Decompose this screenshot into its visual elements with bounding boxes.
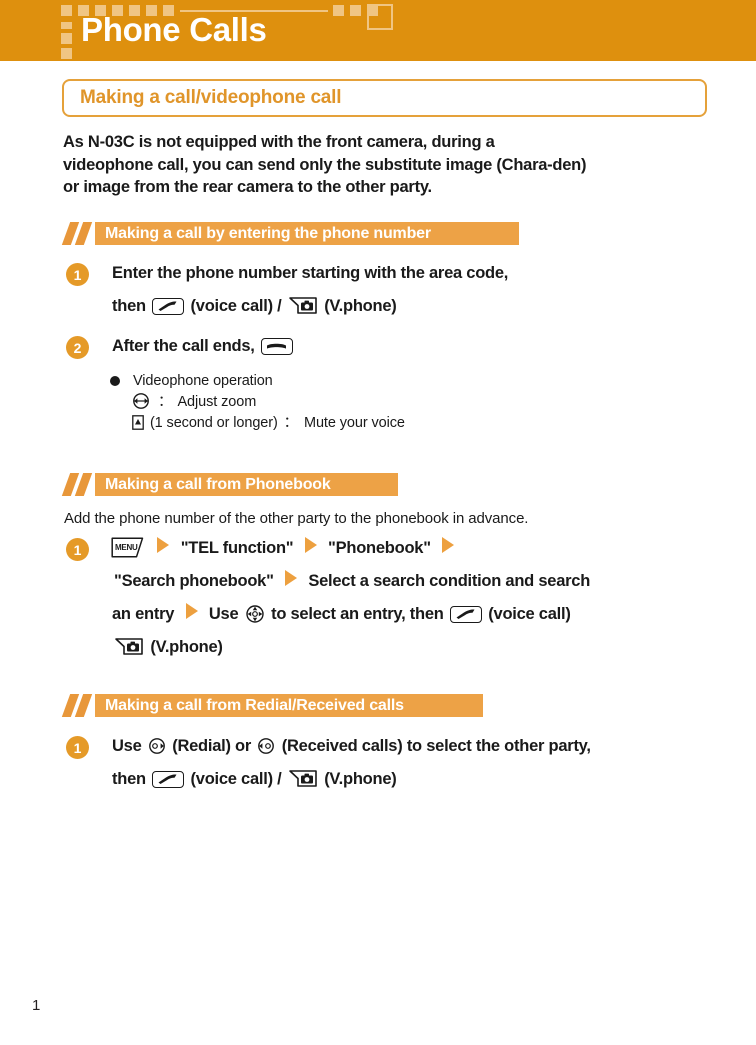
note-item: ： Adjust zoom	[130, 392, 256, 413]
heading-band: Making a call from Phonebook	[95, 473, 398, 496]
note-title: Videophone operation	[133, 373, 273, 389]
header-decoration-square	[61, 5, 72, 16]
step-text-segment: (voice call)	[488, 605, 571, 623]
step-text-segment: (V.phone)	[324, 770, 397, 788]
step-text-segment: Use	[112, 737, 142, 755]
step-line: Use (Redial) or (Received calls) to sele…	[112, 730, 591, 763]
intro-line-2: videophone call, you can send only the s…	[63, 155, 587, 174]
header-decoration-square	[61, 22, 72, 29]
step-text-segment: then	[112, 297, 146, 315]
arrow-right-icon	[185, 603, 198, 619]
header-decoration-outline-square	[367, 4, 393, 30]
zoom-adjust-key-icon	[132, 392, 150, 410]
voice-call-key-icon	[449, 606, 482, 623]
arrow-right-icon	[157, 537, 170, 553]
step-text-segment: (voice call) /	[190, 297, 282, 315]
header-decoration-square	[350, 5, 361, 16]
step-number-badge: 1	[66, 736, 89, 759]
step-text-segment: to select an entry, then	[271, 605, 444, 623]
step-line: MENU "TEL function" "Phonebook"	[110, 532, 461, 565]
svg-text:MENU: MENU	[115, 543, 138, 552]
voice-call-key-icon	[152, 771, 185, 788]
colon-separator: ：	[283, 415, 299, 431]
page-title: Phone Calls	[81, 11, 267, 48]
arrow-right-icon	[442, 537, 455, 553]
received-calls-key-icon	[257, 737, 275, 755]
page-header: Phone Calls	[0, 0, 756, 61]
header-decoration-square	[61, 33, 72, 44]
step-number-badge: 1	[66, 263, 89, 286]
step-text-segment: Enter the phone number starting with the…	[112, 264, 509, 282]
step-line: After the call ends,	[112, 330, 295, 363]
step-line: "Search phonebook" Select a search condi…	[114, 565, 590, 598]
note-item-qualifier: (1 second or longer)	[149, 415, 278, 431]
step-text-segment: (V.phone)	[324, 297, 397, 315]
mute-key-icon	[132, 415, 144, 430]
intro-paragraph: As N-03C is not equipped with the front …	[63, 131, 723, 199]
menu-key-icon: MENU	[111, 537, 145, 558]
step-line: then (voice call) / (V.phone)	[112, 290, 397, 323]
step-text-segment: then	[112, 770, 146, 788]
arrow-right-icon	[285, 570, 298, 586]
section-heading-entering-number: Making a call by entering the phone numb…	[61, 222, 519, 245]
step-text-segment: (V.phone)	[150, 638, 223, 656]
header-decoration-square	[61, 48, 72, 59]
videophone-key-icon	[114, 637, 144, 656]
section-title-box: Making a call/videophone call	[62, 79, 707, 117]
note-item-label: Mute your voice	[303, 415, 405, 431]
colon-separator: ：	[157, 394, 173, 410]
step-text-segment: (Redial) or	[172, 737, 252, 755]
step-text-segment: (voice call) /	[190, 770, 282, 788]
redial-key-icon	[148, 737, 166, 755]
note-item: (1 second or longer) ： Mute your voice	[130, 413, 405, 434]
section-heading-label: Making a call by entering the phone numb…	[105, 224, 431, 242]
videophone-key-icon	[288, 769, 318, 788]
step-line: Enter the phone number starting with the…	[112, 257, 508, 290]
step-text-segment: "Search phonebook"	[114, 572, 274, 590]
heading-band: Making a call from Redial/Received calls	[95, 694, 483, 717]
intro-line-1: As N-03C is not equipped with the front …	[63, 133, 495, 151]
header-decoration-square	[333, 5, 344, 16]
arrow-right-icon	[304, 537, 317, 553]
intro-line-3: or image from the rear camera to the oth…	[63, 178, 432, 196]
step-text-segment: "TEL function"	[180, 539, 294, 557]
step-text-segment: (Received calls) to select the other par…	[281, 737, 591, 755]
note-item-label: Adjust zoom	[177, 394, 257, 410]
step-line: then (voice call) / (V.phone)	[112, 763, 397, 796]
page-number: 1	[32, 997, 41, 1014]
dpad-key-icon	[245, 604, 265, 624]
end-call-key-icon	[260, 338, 293, 355]
section-heading-redial: Making a call from Redial/Received calls	[61, 694, 483, 717]
heading-band: Making a call by entering the phone numb…	[95, 222, 519, 245]
step-number-badge: 2	[66, 336, 89, 359]
step-text-segment: Use	[208, 605, 239, 623]
bullet-icon	[110, 376, 120, 386]
section-heading-phonebook: Making a call from Phonebook	[61, 473, 398, 496]
step-text-segment: Select a search condition and search	[308, 572, 591, 590]
step-text-segment: an entry	[112, 605, 175, 623]
section-heading-label: Making a call from Redial/Received calls	[105, 696, 404, 714]
section-lead-text: Add the phone number of the other party …	[64, 510, 529, 527]
videophone-key-icon	[288, 296, 318, 315]
step-text-segment: "Phonebook"	[328, 539, 431, 557]
step-line: (V.phone)	[112, 631, 223, 664]
step-text-segment: After the call ends,	[112, 337, 255, 355]
voice-call-key-icon	[152, 298, 185, 315]
step-number-badge: 1	[66, 538, 89, 561]
section-title-text: Making a call/videophone call	[80, 87, 342, 108]
section-heading-label: Making a call from Phonebook	[105, 475, 331, 493]
step-line: an entry Use to select an entry, then (v…	[112, 598, 571, 631]
